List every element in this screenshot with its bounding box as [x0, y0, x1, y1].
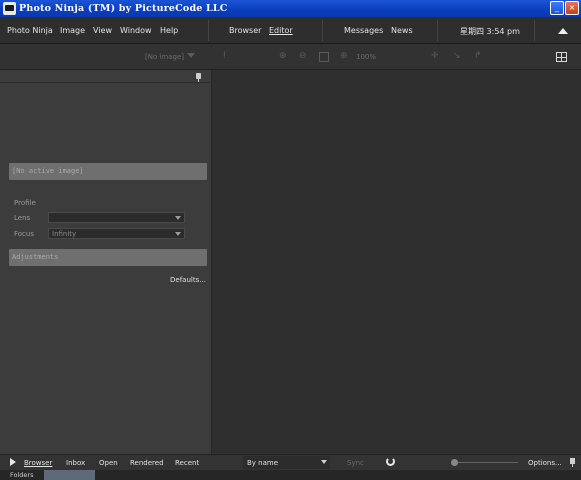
tab-news[interactable]: News	[391, 26, 413, 35]
play-icon[interactable]	[10, 458, 16, 466]
panel-divider	[0, 82, 212, 83]
browser-link[interactable]: Browser	[24, 459, 52, 467]
menu-separator	[437, 20, 438, 41]
menu-bar: Photo Ninja Image View Window Help Brows…	[0, 17, 581, 44]
menu-image[interactable]: Image	[60, 26, 85, 35]
thumbnail-size-slider[interactable]	[456, 462, 518, 463]
info-icon[interactable]: ⵑ	[223, 52, 226, 61]
window-titlebar: Photo Ninja (TM) by PictureCode LLC _ ×	[0, 0, 581, 17]
lens-label: Lens	[14, 214, 31, 222]
pin-icon[interactable]	[570, 458, 575, 467]
adjustments-panel: [No active image] Profile Lens Focus Inf…	[0, 70, 212, 454]
clock: 星期四 3:54 pm	[460, 27, 520, 36]
menu-help[interactable]: Help	[160, 26, 178, 35]
straighten-icon[interactable]: ↘	[453, 52, 461, 61]
rotate-icon[interactable]: ↱	[474, 52, 482, 61]
adjustments-label: Adjustments	[12, 253, 59, 261]
zoom-actual-icon[interactable]: ⊕	[340, 52, 348, 61]
eject-icon[interactable]	[558, 28, 568, 34]
zoom-level: 100%	[356, 53, 377, 61]
active-image-header: [No active image]	[9, 163, 207, 180]
focus-label: Focus	[14, 230, 34, 238]
open-link[interactable]: Open	[99, 459, 118, 467]
focus-value: Infinity	[52, 230, 77, 238]
move-icon[interactable]: ✛	[431, 52, 439, 61]
recent-link[interactable]: Recent	[175, 459, 199, 467]
editor-toolbar: [No image] ⵑ ⊕ ⊖ ⊕ 100% ✛ ↘ ↱	[0, 44, 581, 70]
sync-button[interactable]: Sync	[347, 459, 364, 467]
browser-bar: Browser Inbox Open Rendered Recent By na…	[0, 454, 581, 470]
tab-editor[interactable]: Editor	[269, 26, 293, 35]
active-image-label: [No active image]	[12, 167, 84, 175]
menu-window[interactable]: Window	[120, 26, 152, 35]
defaults-button[interactable]: Defaults...	[170, 276, 206, 284]
folder-thumbnails[interactable]	[44, 470, 95, 480]
inbox-link[interactable]: Inbox	[66, 459, 85, 467]
rendered-link[interactable]: Rendered	[130, 459, 164, 467]
zoom-in-icon[interactable]: ⊕	[279, 52, 287, 61]
adjustments-header[interactable]: Adjustments	[9, 249, 207, 266]
zoom-out-icon[interactable]: ⊖	[299, 52, 307, 61]
chevron-down-icon	[175, 232, 181, 236]
tab-browser[interactable]: Browser	[229, 26, 261, 35]
close-button[interactable]: ×	[565, 1, 579, 15]
tab-messages[interactable]: Messages	[344, 26, 383, 35]
sort-value: By name	[247, 459, 279, 467]
options-button[interactable]: Options...	[528, 459, 562, 467]
fit-icon[interactable]	[319, 52, 329, 62]
menu-photo-ninja[interactable]: Photo Ninja	[7, 26, 53, 35]
lens-select[interactable]	[48, 212, 185, 223]
chevron-down-icon[interactable]	[187, 53, 195, 58]
app-icon	[3, 2, 16, 15]
focus-select[interactable]: Infinity	[48, 228, 185, 239]
pin-icon[interactable]	[196, 73, 201, 82]
folders-label[interactable]: Folders	[10, 471, 33, 479]
minimize-button[interactable]: _	[550, 1, 564, 15]
slider-knob[interactable]	[451, 459, 458, 466]
profile-label: Profile	[14, 199, 36, 207]
refresh-icon[interactable]	[386, 457, 395, 466]
chevron-down-icon	[321, 460, 327, 464]
chevron-down-icon	[175, 216, 181, 220]
image-canvas[interactable]	[212, 70, 581, 454]
menu-separator	[208, 20, 209, 41]
layout-grid-icon[interactable]	[556, 52, 567, 62]
menu-view[interactable]: View	[93, 26, 112, 35]
window-controls: _ ×	[550, 1, 579, 15]
image-select[interactable]: [No image]	[145, 53, 184, 61]
menu-separator	[534, 20, 535, 41]
menu-separator	[322, 20, 323, 41]
window-title: Photo Ninja (TM) by PictureCode LLC	[19, 3, 228, 14]
